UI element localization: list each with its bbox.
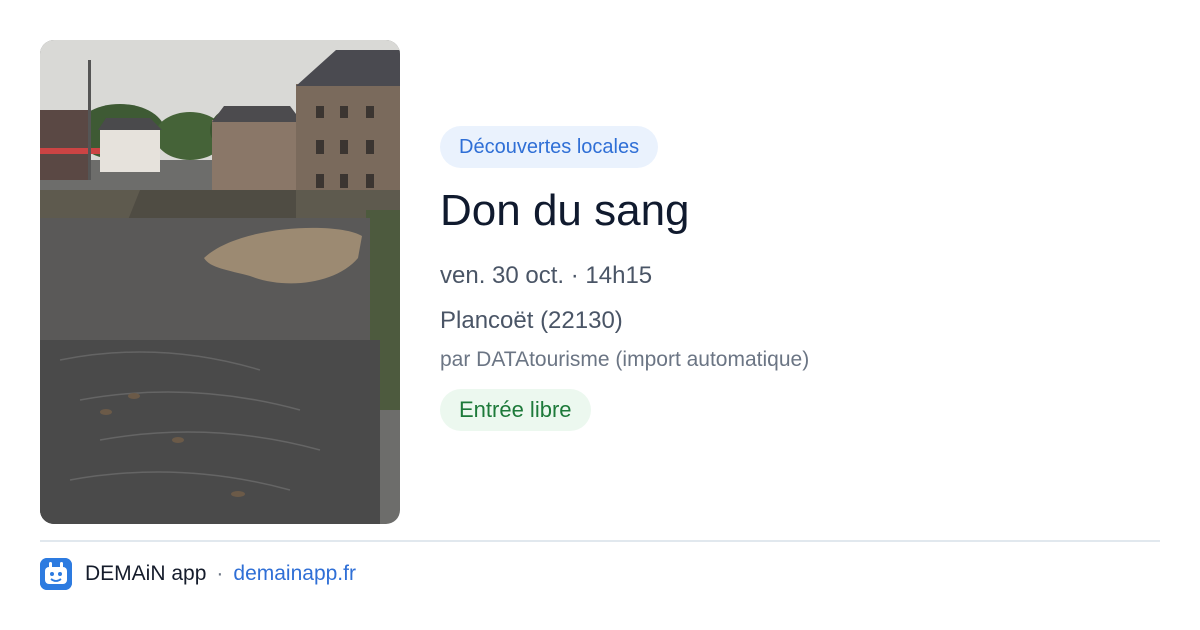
site-link[interactable]: demainapp.fr xyxy=(233,562,356,586)
footer-separator: · xyxy=(216,562,224,585)
event-datetime: ven. 30 oct. · 14h15 xyxy=(440,262,653,289)
event-location: Plancoët (22130) xyxy=(440,307,623,334)
demain-logo-icon xyxy=(40,558,72,590)
event-info: Découvertes locales Don du sang ven. 30 … xyxy=(440,126,1140,431)
event-photo xyxy=(40,40,400,524)
app-name: DEMAiN app xyxy=(85,562,207,585)
event-title: Don du sang xyxy=(440,186,690,235)
footer: DEMAiN app · demainapp.fr xyxy=(40,558,356,590)
footer-divider xyxy=(40,540,1160,542)
category-badge[interactable]: Découvertes locales xyxy=(440,126,659,168)
price-badge: Entrée libre xyxy=(440,389,591,431)
event-source: par DATAtourisme (import automatique) xyxy=(440,348,810,371)
